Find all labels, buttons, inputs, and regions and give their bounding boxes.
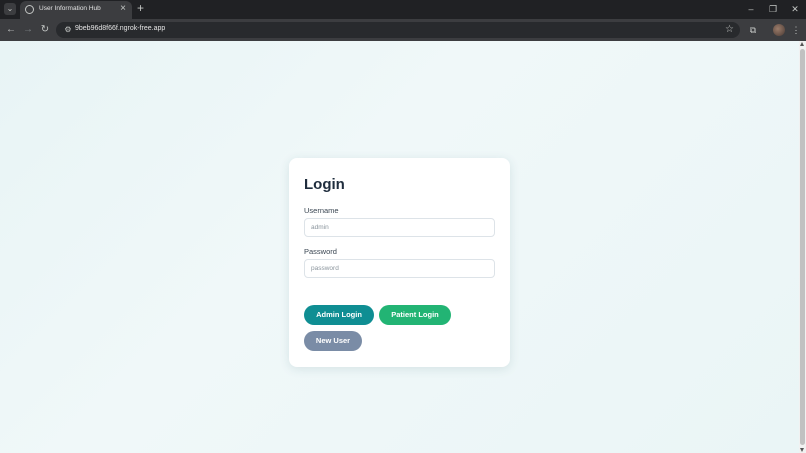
password-label: Password [304,247,337,256]
tab-search-chevron-icon[interactable]: ⌄ [4,3,16,15]
tab-title: User Information Hub [39,5,101,12]
kebab-menu-icon[interactable]: ⋮ [789,23,803,37]
back-arrow-icon[interactable]: ← [4,23,18,37]
browser-tab[interactable]: User Information Hub × [20,1,132,19]
minimize-icon[interactable]: – [744,2,758,16]
new-user-button[interactable]: New User [304,331,362,351]
page-viewport: Login Username Password Admin Login Pati… [0,41,799,453]
tab-strip: ⌄ User Information Hub × + – ❐ ✕ [0,0,806,19]
bookmark-star-icon[interactable]: ☆ [723,23,736,36]
site-info-icon[interactable]: ⚙ [62,24,74,36]
patient-login-button[interactable]: Patient Login [379,305,451,325]
new-tab-plus-icon[interactable]: + [134,2,147,15]
scroll-up-arrow-icon[interactable] [800,42,804,46]
browser-toolbar: ← → ↻ ⚙ 9beb96d8f66f.ngrok-free.app ☆ ⧉ … [0,19,806,41]
scroll-down-arrow-icon[interactable] [800,448,804,452]
username-label: Username [304,206,339,215]
address-bar[interactable]: ⚙ 9beb96d8f66f.ngrok-free.app ☆ [56,22,740,38]
window-close-icon[interactable]: ✕ [788,2,802,16]
scroll-thumb[interactable] [800,49,805,445]
reload-icon[interactable]: ↻ [38,23,52,37]
admin-login-button[interactable]: Admin Login [304,305,374,325]
username-input[interactable] [304,218,495,237]
url-text[interactable]: 9beb96d8f66f.ngrok-free.app [75,25,165,32]
password-input[interactable] [304,259,495,278]
globe-icon [25,5,34,14]
restore-icon[interactable]: ❐ [766,2,780,16]
page-scrollbar[interactable] [799,41,806,453]
extensions-puzzle-icon[interactable]: ⧉ [746,23,760,37]
forward-arrow-icon[interactable]: → [21,23,35,37]
profile-avatar[interactable] [773,24,785,36]
login-title: Login [304,176,345,193]
tab-close-icon[interactable]: × [120,3,126,15]
